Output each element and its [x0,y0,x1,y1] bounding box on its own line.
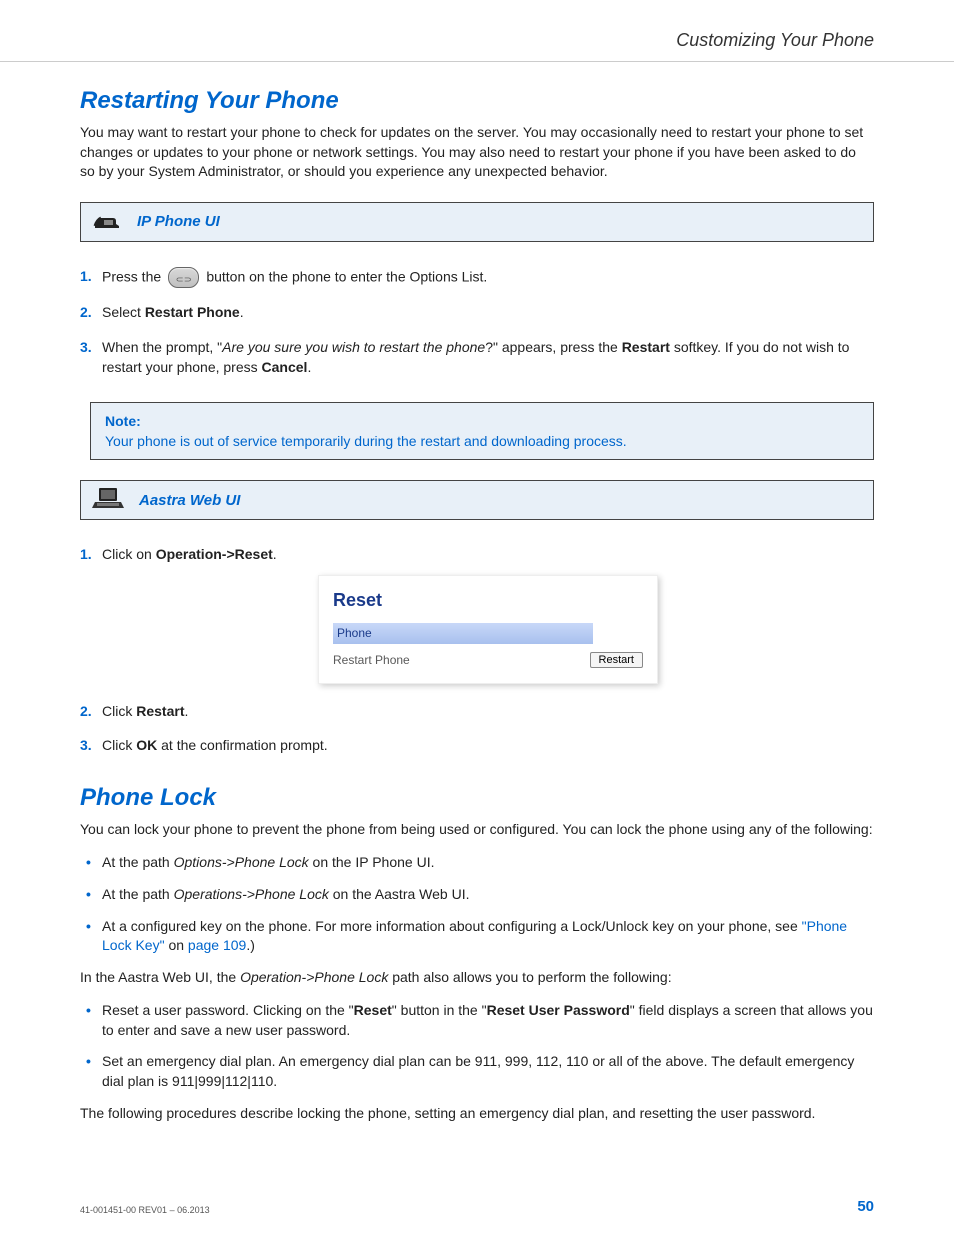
reset-panel-title: Reset [333,588,643,613]
page-109-link[interactable]: page 109 [188,937,246,953]
step-2: Select Restart Phone. [80,303,874,323]
note-body: Your phone is out of service temporarily… [105,433,859,449]
reset-row: Restart Phone Restart [333,652,643,669]
list-item: At the path Operations->Phone Lock on th… [80,885,874,905]
page-content: Restarting Your Phone You may want to re… [0,62,954,1123]
list-item: At the path Options->Phone Lock on the I… [80,853,874,873]
web-step-1: Click on Operation->Reset. Reset Phone R… [80,545,874,683]
breadcrumb: Customizing Your Phone [676,30,874,50]
aastra-web-ui-box: Aastra Web UI [80,480,874,520]
ip-phone-ui-label: IP Phone UI [137,213,220,230]
steps-ip-phone: Press the ⊂⊃ button on the phone to ente… [80,267,874,377]
section-title-restarting: Restarting Your Phone [80,87,874,115]
restart-button[interactable]: Restart [590,652,643,668]
additional-options-paragraph: In the Aastra Web UI, the Operation->Pho… [80,968,874,988]
list-item: Reset a user password. Clicking on the "… [80,1001,874,1040]
options-button-icon: ⊂⊃ [168,267,199,289]
step-3: When the prompt, "Are you sure you wish … [80,338,874,377]
page-footer: 41-001451-00 REV01 – 06.2013 50 [80,1198,874,1215]
page-number: 50 [857,1198,874,1215]
ip-phone-ui-box: IP Phone UI [80,202,874,242]
reset-panel-subheader: Phone [333,623,593,644]
web-step-2: Click Restart. [80,702,874,722]
footer-revision: 41-001451-00 REV01 – 06.2013 [80,1205,210,1215]
step-1: Press the ⊂⊃ button on the phone to ente… [80,267,874,289]
page-header: Customizing Your Phone [0,0,954,62]
list-item: Set an emergency dial plan. An emergency… [80,1052,874,1091]
closing-paragraph: The following procedures describe lockin… [80,1104,874,1124]
reset-row-label: Restart Phone [333,652,410,669]
laptop-icon [91,486,125,515]
note-label: Note: [105,413,859,429]
web-step-3: Click OK at the confirmation prompt. [80,736,874,756]
additional-options-list: Reset a user password. Clicking on the "… [80,1001,874,1091]
phone-lock-intro: You can lock your phone to prevent the p… [80,820,874,840]
note-box: Note: Your phone is out of service tempo… [90,402,874,460]
phone-icon [91,208,123,235]
aastra-web-ui-label: Aastra Web UI [139,492,240,509]
steps-web-ui: Click on Operation->Reset. Reset Phone R… [80,545,874,756]
intro-paragraph: You may want to restart your phone to ch… [80,123,874,182]
lock-options-list: At the path Options->Phone Lock on the I… [80,853,874,955]
section-title-phone-lock: Phone Lock [80,784,874,812]
list-item: At a configured key on the phone. For mo… [80,917,874,956]
reset-panel: Reset Phone Restart Phone Restart [318,575,658,684]
